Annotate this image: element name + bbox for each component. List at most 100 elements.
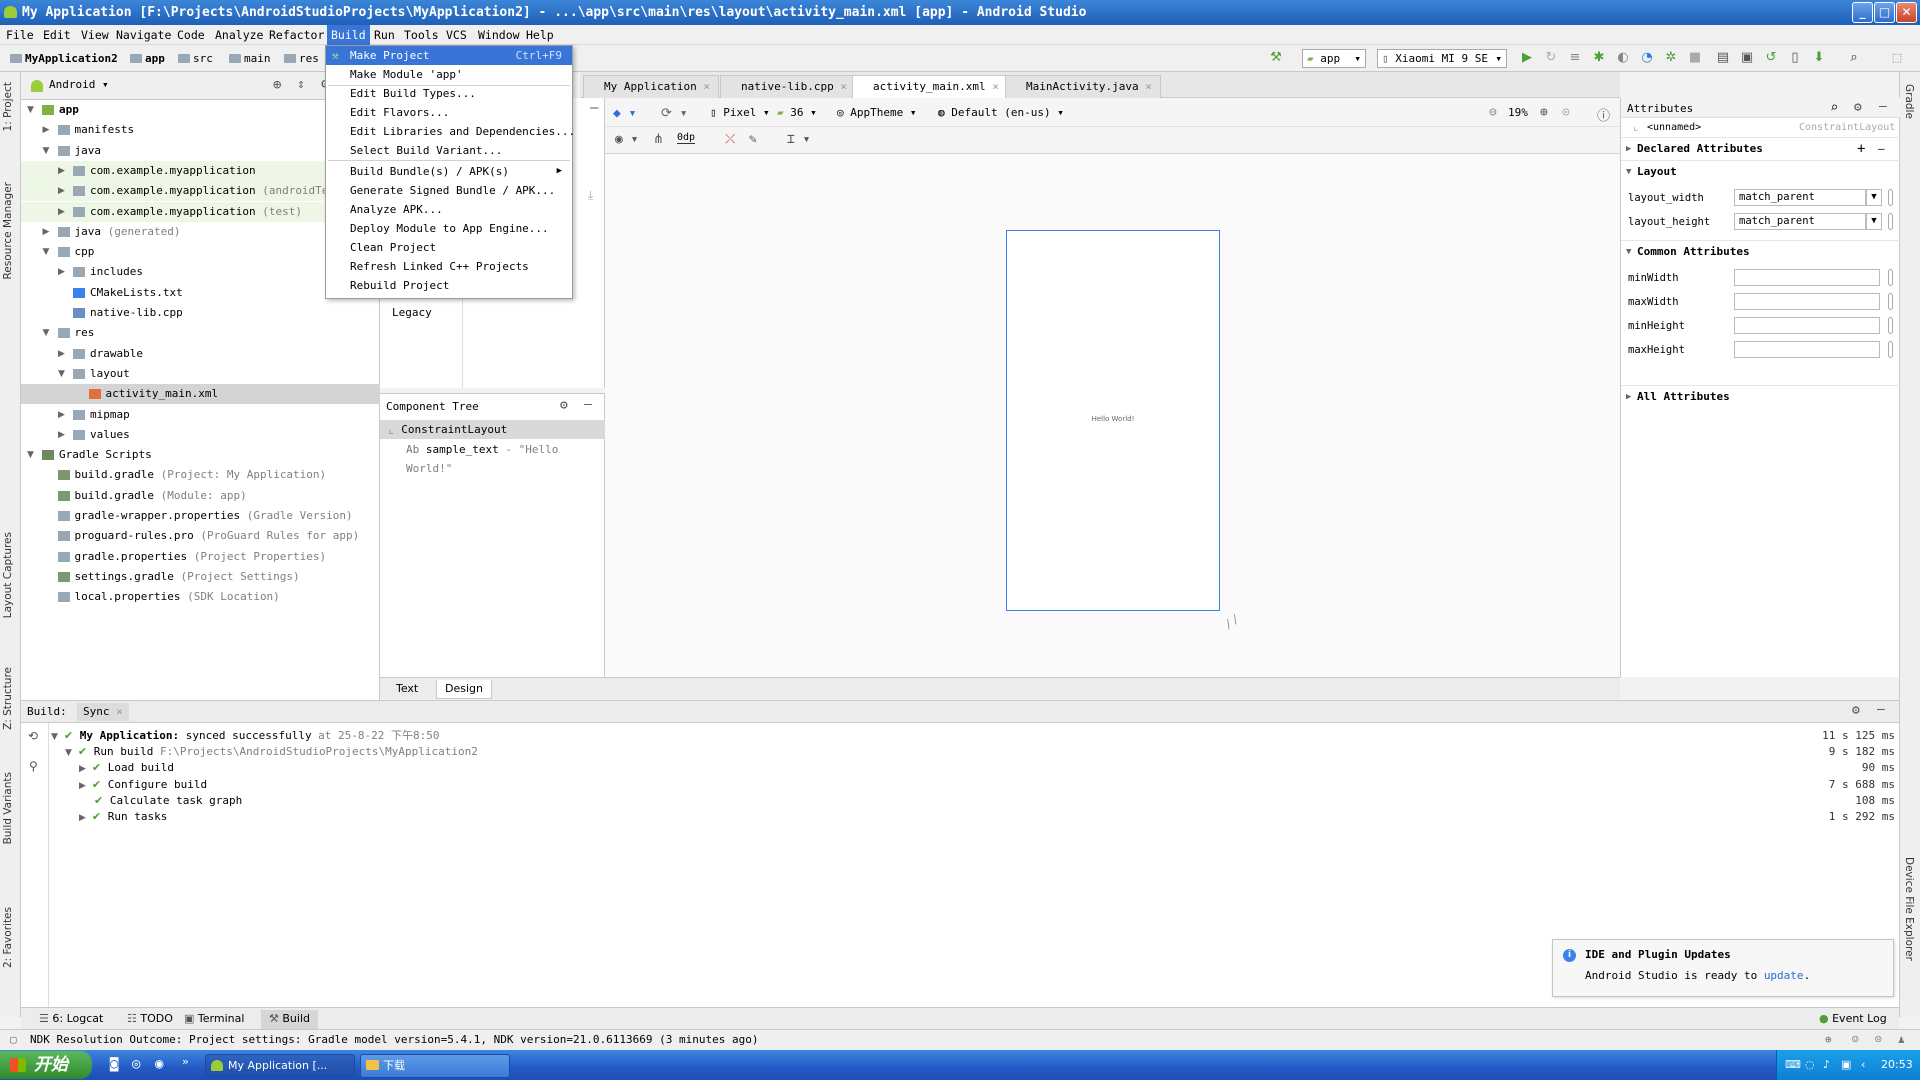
apply-changes-icon[interactable]: ≡ [1567, 50, 1583, 66]
menu-tools[interactable]: Tools [400, 25, 443, 45]
tab-design[interactable]: Design [436, 680, 492, 699]
menu-item-deploy-app-engine[interactable]: Deploy Module to App Engine... [326, 219, 572, 238]
tree-activity-main[interactable]: activity_main.xml [21, 384, 380, 405]
device-select[interactable]: ▯ Xiaomi MI 9 SE ▾ [1377, 49, 1507, 68]
event-log-button[interactable]: ● Event Log [1811, 1010, 1895, 1029]
menu-run[interactable]: Run [370, 25, 399, 45]
resource-picker-icon[interactable] [1888, 269, 1893, 286]
clock[interactable]: 20:53 [1881, 1050, 1913, 1080]
locale-select[interactable]: ◍ Default (en-us) ▾ [938, 106, 1064, 119]
tree-local-properties[interactable]: local.properties (SDK Location) [21, 587, 380, 607]
tree-gradle-properties[interactable]: gradle.properties (Project Properties) [21, 547, 380, 567]
chevron-down-icon[interactable]: ▼ [27, 445, 34, 465]
component-id[interactable]: <unnamed> [1647, 122, 1701, 133]
menu-edit[interactable]: Edit [39, 25, 75, 45]
smile-icon[interactable]: ☺ [1852, 1030, 1859, 1050]
taskbar-downloads[interactable]: 下载 [360, 1054, 510, 1078]
min-height-input[interactable] [1734, 317, 1880, 334]
chevron-left-icon[interactable]: ‹ [1861, 1050, 1865, 1080]
remove-attribute-icon[interactable]: — [1878, 138, 1885, 160]
chevron-down-icon[interactable]: ▼ [43, 242, 50, 262]
more-quicklaunch-icon[interactable]: » [182, 1055, 189, 1068]
device-select[interactable]: ▯ Pixel ▾ [710, 106, 770, 119]
close-tab-icon[interactable]: × [1145, 80, 1152, 93]
chevron-down-icon[interactable]: ▼ [58, 364, 65, 384]
resource-picker-icon[interactable] [1888, 213, 1893, 230]
gear-icon[interactable]: ⚙ [1854, 100, 1862, 115]
menu-navigate[interactable]: Navigate [112, 25, 175, 45]
menu-item-make-module[interactable]: Make Module 'app' [326, 65, 572, 84]
build-row[interactable]: ▶ ✔ Load build [79, 760, 174, 776]
chevron-down-icon[interactable]: ▼ [43, 323, 50, 343]
warning-icon[interactable]: ⓘ [1597, 105, 1610, 124]
infer-constraints-icon[interactable]: ✎ [749, 132, 757, 147]
security-icon[interactable]: ▣ [1841, 1050, 1851, 1080]
max-height-input[interactable] [1734, 341, 1880, 358]
build-row[interactable]: ▶ ✔ Configure build [79, 777, 207, 793]
tree-gradle-scripts[interactable]: ▼ Gradle Scripts [21, 445, 380, 465]
stop-icon[interactable]: ■ [1687, 50, 1703, 66]
profile-icon[interactable]: ◔ [1639, 50, 1655, 66]
tree-item-textview[interactable]: Ab sample_text - "Hello World!" [380, 440, 605, 475]
breadcrumb-res[interactable]: res [284, 51, 319, 66]
chevron-right-icon[interactable]: ▶ [79, 764, 86, 774]
tree-build-gradle-module[interactable]: build.gradle (Module: app) [21, 486, 380, 506]
hide-icon[interactable]: — [1879, 99, 1887, 114]
tab-text[interactable]: Text [388, 680, 426, 699]
tree-mipmap[interactable]: ▶ mipmap [21, 405, 380, 425]
chevron-down-icon[interactable]: ▼ [51, 732, 58, 742]
hammer-icon[interactable]: ⚒ [1268, 50, 1284, 66]
menu-help[interactable]: Help [522, 25, 558, 45]
menu-refactor[interactable]: Refactor [265, 25, 328, 45]
breadcrumb-project[interactable]: MyApplication2 [10, 51, 118, 66]
tab-device-file-explorer[interactable]: Device File Explorer [1903, 857, 1915, 961]
menu-analyze[interactable]: Analyze [211, 25, 267, 45]
menu-item-analyze-apk[interactable]: Analyze APK... [326, 200, 572, 219]
max-width-input[interactable] [1734, 293, 1880, 310]
chevron-down-icon[interactable]: ▼ [1866, 213, 1882, 230]
notifications-icon[interactable]: ♟ [1898, 1030, 1905, 1050]
tab-native-lib[interactable]: native-lib.cpp × [720, 75, 856, 98]
tree-drawable[interactable]: ▶ drawable [21, 344, 380, 364]
section-declared-attributes[interactable]: ▶ Declared Attributes + — [1621, 137, 1900, 159]
chevron-right-icon[interactable]: ▶ [58, 344, 65, 364]
chrome-icon[interactable]: ◉ [155, 1056, 163, 1072]
tree-values[interactable]: ▶ values [21, 425, 380, 445]
collapse-icon[interactable]: ⇕ [297, 77, 305, 92]
menu-file[interactable]: File [2, 25, 38, 45]
layers-icon[interactable]: ◆ ▾ [613, 106, 636, 121]
api-level-select[interactable]: ▰ 36 ▾ [777, 106, 817, 119]
debug-icon[interactable]: ✱ [1591, 50, 1607, 66]
zoom-out-icon[interactable]: ⊖ [1489, 105, 1497, 120]
section-all-attributes[interactable]: ▶ All Attributes [1621, 385, 1900, 407]
tree-gradle-wrapper[interactable]: gradle-wrapper.properties (Gradle Versio… [21, 506, 380, 526]
menu-code[interactable]: Code [173, 25, 209, 45]
menu-item-select-build-variant[interactable]: Select Build Variant... [326, 141, 572, 160]
sad-icon[interactable]: ☹ [1875, 1030, 1882, 1050]
layout-width-select[interactable]: match_parent [1734, 189, 1866, 206]
tab-main-activity[interactable]: MainActivity.java × [1005, 75, 1161, 98]
project-view-select[interactable]: Android ▾ [49, 78, 109, 91]
locate-icon[interactable]: ⊕ [273, 77, 281, 93]
tree-layout[interactable]: ▼ layout [21, 364, 380, 384]
sync-gradle-icon[interactable]: ↺ [1763, 50, 1779, 66]
breadcrumb-src[interactable]: src [178, 51, 213, 66]
taskbar-android-studio[interactable]: My Application [... [205, 1054, 355, 1078]
attach-debugger-icon[interactable]: ✲ [1663, 50, 1679, 66]
close-tab-icon[interactable]: × [116, 705, 123, 718]
breadcrumb-app[interactable]: app [130, 51, 165, 66]
menu-item-generate-signed-bundle[interactable]: Generate Signed Bundle / APK... [326, 181, 572, 200]
search-everywhere-icon[interactable]: ⌕ [1846, 50, 1862, 66]
menu-item-build-bundle-apk[interactable]: Build Bundle(s) / APK(s) ▶ [326, 162, 572, 181]
build-row[interactable]: ▼ ✔ Run build F:\Projects\AndroidStudioPr… [65, 744, 478, 760]
menu-item-make-project[interactable]: Make Project ⚒ Ctrl+F9 [326, 46, 572, 65]
pin-icon[interactable]: ⚲ [29, 759, 38, 773]
expand-icon[interactable]: ⬚ [1889, 50, 1905, 66]
chevron-right-icon[interactable]: ▶ [43, 222, 50, 242]
layout-height-select[interactable]: match_parent [1734, 213, 1866, 230]
menu-view[interactable]: View [77, 25, 113, 45]
section-layout[interactable]: ▼ Layout [1621, 160, 1900, 182]
tool-terminal[interactable]: ▣ Terminal [176, 1010, 252, 1029]
tool-todo[interactable]: ☷ TODO [119, 1010, 181, 1029]
volume-icon[interactable]: ♪ [1823, 1050, 1830, 1080]
